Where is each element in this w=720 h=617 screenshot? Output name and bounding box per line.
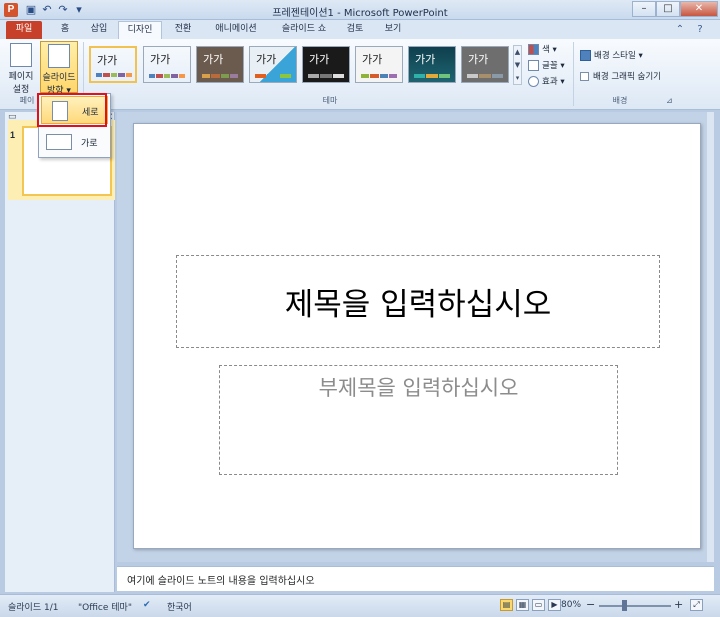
zoom-level[interactable]: 80% (561, 600, 581, 610)
hide-background-graphics-checkbox[interactable]: 배경 그래픽 숨기기 (580, 70, 661, 84)
theme-label: 가가 (256, 54, 277, 66)
slides-pane: ▭ ✕ 1 (5, 112, 115, 592)
background-styles-label: 배경 스타일 ▾ (594, 51, 643, 61)
theme-thumbnail[interactable]: 가가 (461, 46, 509, 83)
effects-label: 효과 ▾ (542, 77, 565, 87)
window-title: 프레젠테이션1 - Microsoft PowerPoint (272, 8, 448, 19)
slide-sorter-icon[interactable]: ▦ (516, 599, 529, 611)
checkbox[interactable] (580, 72, 589, 81)
theme-thumbnail[interactable]: 가가 (249, 46, 297, 83)
theme-gallery-scroll[interactable]: ▲ ▼ ▾ (513, 45, 522, 85)
spellcheck-icon[interactable]: ✔ (143, 600, 151, 610)
colors-label: 색 ▾ (542, 45, 557, 55)
tab-home[interactable]: 홈 (52, 21, 78, 39)
theme-label: 가가 (203, 54, 224, 66)
theme-thumbnail[interactable]: 가가 (302, 46, 350, 83)
reading-view-icon[interactable]: ▭ (532, 599, 545, 611)
page-setup-label-2: 설정 (12, 85, 30, 95)
title-bar: P ▣ ↶ ↷ ▾ 프레젠테이션1 - Microsoft PowerPoint… (0, 0, 720, 20)
vertical-scrollbar[interactable] (707, 112, 714, 562)
theme-thumbnail[interactable]: 가가 (196, 46, 244, 83)
theme-label: 가가 (362, 54, 383, 66)
background-styles-icon (580, 50, 591, 61)
zoom-out-button[interactable]: − (586, 598, 595, 611)
theme-name: "Office 테마" (78, 603, 132, 613)
theme-thumbnail[interactable]: 가가 (408, 46, 456, 83)
group-divider (573, 42, 574, 106)
group-label-page-setup: 페이 (19, 96, 35, 105)
tab-insert[interactable]: 삽입 (84, 21, 114, 39)
help-icon[interactable]: ? (694, 24, 706, 36)
fit-to-window-icon[interactable]: ⤢ (690, 599, 703, 611)
page-setup-button[interactable]: 페이지 설정 (4, 41, 38, 95)
minimize-ribbon-icon[interactable]: ⌃ (674, 24, 686, 36)
theme-colors-button[interactable]: 색 ▾ (528, 43, 557, 57)
subtitle-placeholder[interactable]: 부제목을 입력하십시오 (219, 365, 618, 475)
fonts-icon (528, 60, 539, 71)
theme-label: 가가 (468, 54, 489, 66)
tab-review[interactable]: 검토 (340, 21, 370, 39)
tab-view[interactable]: 보기 (378, 21, 408, 39)
slideshow-view-icon[interactable]: ▶ (548, 599, 561, 611)
zoom-in-button[interactable]: + (674, 598, 683, 611)
group-label-background: 배경 (612, 96, 628, 105)
slide-orientation-icon (48, 44, 70, 68)
tab-slideshow[interactable]: 슬라이드 쇼 (274, 21, 334, 39)
theme-label: 가가 (415, 54, 436, 66)
landscape-label: 가로 (81, 139, 98, 149)
effects-icon (528, 76, 539, 87)
notes-pane[interactable]: 여기에 슬라이드 노트의 내용을 입력하십시오 (117, 566, 714, 591)
slide-editor: 제목을 입력하십시오 부제목을 입력하십시오 (117, 112, 714, 562)
tab-animations[interactable]: 애니메이션 (206, 21, 266, 39)
slide-canvas[interactable]: 제목을 입력하십시오 부제목을 입력하십시오 (133, 123, 701, 549)
theme-label: 가가 (309, 54, 330, 66)
orientation-label-1: 슬라이드 (42, 73, 76, 83)
page-setup-icon (10, 43, 32, 67)
slide-orientation-button[interactable]: 슬라이드 방향 ▾ (40, 41, 78, 96)
colors-icon (528, 44, 539, 55)
theme-label: 가가 (150, 54, 171, 66)
theme-fonts-button[interactable]: 글꼴 ▾ (528, 59, 565, 73)
fonts-label: 글꼴 ▾ (542, 61, 565, 71)
page-setup-label-1: 페이지 (8, 72, 34, 82)
group-label-theme: 테마 (322, 96, 338, 105)
ribbon-tabs: 파일 홈 삽입 디자인 전환 애니메이션 슬라이드 쇼 검토 보기 ⌃ ? (0, 20, 720, 39)
status-bar: 슬라이드 1/1 "Office 테마" ✔ 한국어 ▤ ▦ ▭ ▶ 80% −… (0, 594, 720, 617)
slide-number: 1 (10, 130, 16, 140)
language[interactable]: 한국어 (167, 600, 192, 613)
maximize-button[interactable]: □ (656, 1, 680, 17)
theme-label: 가가 (97, 55, 118, 67)
background-styles-button[interactable]: 배경 스타일 ▾ (580, 49, 643, 63)
landscape-page-icon (46, 134, 72, 150)
theme-effects-button[interactable]: 효과 ▾ (528, 75, 565, 89)
dialog-launcher-icon[interactable]: ⊿ (666, 96, 673, 105)
normal-view-icon[interactable]: ▤ (500, 599, 513, 611)
theme-thumbnail[interactable]: 가가 (355, 46, 403, 83)
slide-counter: 슬라이드 1/1 (8, 603, 59, 613)
theme-thumbnail[interactable]: 가가 (89, 46, 137, 83)
title-placeholder[interactable]: 제목을 입력하십시오 (176, 255, 660, 348)
tab-design[interactable]: 디자인 (118, 21, 162, 39)
close-button[interactable]: ✕ (680, 1, 718, 17)
hide-background-graphics-label: 배경 그래픽 숨기기 (593, 72, 661, 82)
zoom-slider[interactable] (599, 605, 671, 607)
minimize-button[interactable]: – (632, 1, 656, 17)
zoom-slider-thumb[interactable] (622, 600, 627, 611)
tab-file[interactable]: 파일 (6, 21, 42, 39)
theme-thumbnail[interactable]: 가가 (143, 46, 191, 83)
red-highlight-box (37, 93, 107, 127)
menu-item-landscape[interactable]: 가로 (41, 128, 108, 156)
tab-transitions[interactable]: 전환 (168, 21, 198, 39)
